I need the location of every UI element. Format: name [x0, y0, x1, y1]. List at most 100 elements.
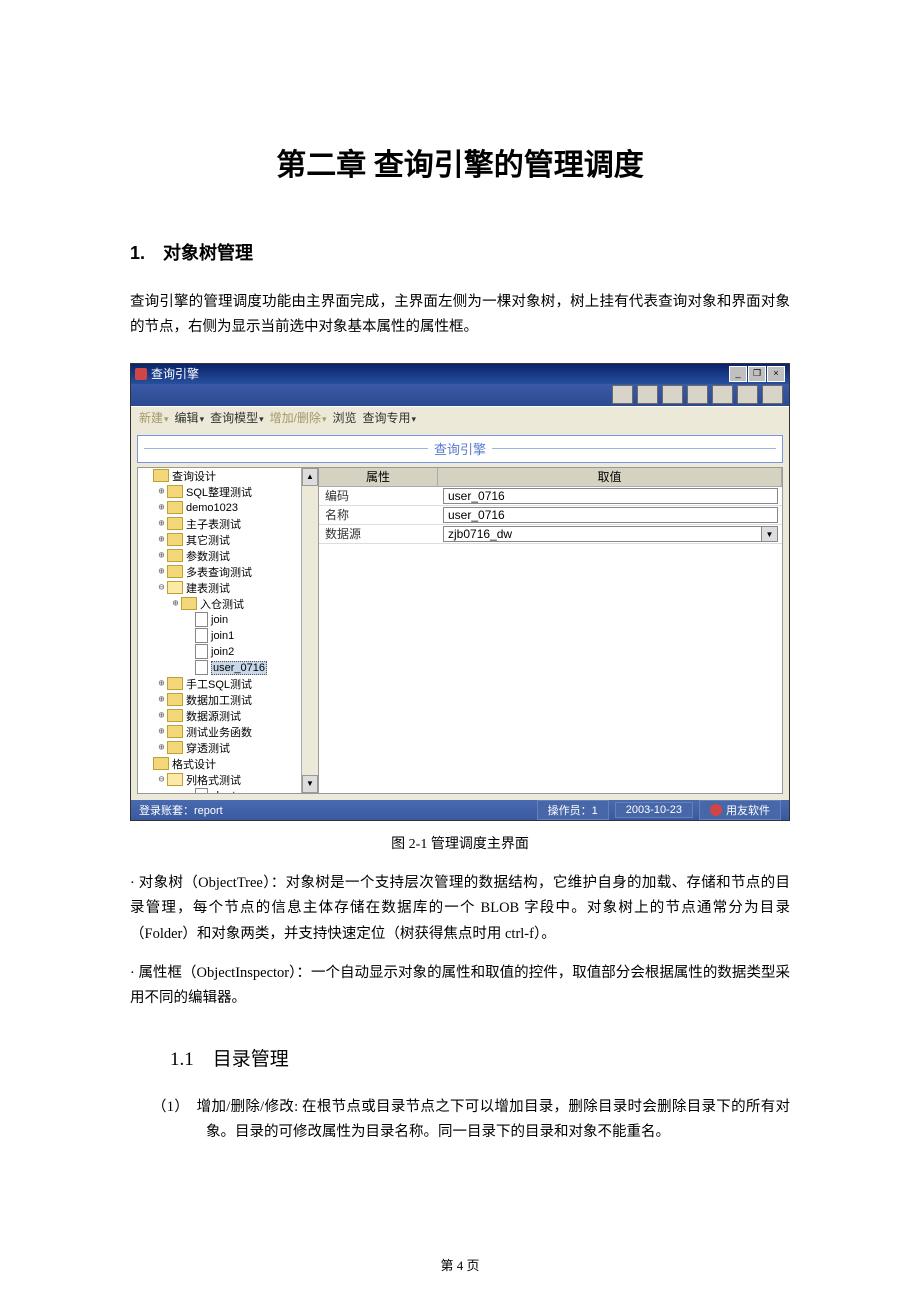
tree-node[interactable]: ⊕其它测试: [138, 532, 318, 548]
tree-twisty-icon[interactable]: ⊕: [156, 678, 167, 689]
scroll-up-icon[interactable]: ▲: [302, 468, 318, 486]
object-tree[interactable]: 查询设计⊕SQL整理测试⊕demo1023⊕主子表测试⊕其它测试⊕参数测试⊕多表…: [138, 468, 319, 793]
tree-twisty-icon[interactable]: ⊕: [156, 726, 167, 737]
tree-node[interactable]: ⊕ SQL整理测试: [138, 484, 318, 500]
toolbar-icon[interactable]: [737, 385, 758, 404]
tree-node-label: 穿透测试: [186, 740, 230, 756]
window-title: 查询引擎: [151, 364, 199, 384]
intro-paragraph: 查询引擎的管理调度功能由主界面完成，主界面左侧为一棵对象树，树上挂有代表查询对象…: [130, 290, 790, 341]
menu-query-model[interactable]: 查询模型▾: [210, 409, 264, 426]
tree-node-label: chart_r: [211, 790, 245, 793]
tree-twisty-icon[interactable]: ⊕: [156, 710, 167, 721]
window-titlebar[interactable]: 查询引擎 _ ❐ ×: [131, 364, 789, 384]
folder-icon: [167, 581, 183, 594]
tree-node-label: 手工SQL测试: [186, 676, 252, 692]
tree-node[interactable]: ⊕ 多表查询测试: [138, 564, 318, 580]
minimize-button[interactable]: _: [729, 366, 747, 382]
status-date: 2003-10-23: [615, 802, 693, 818]
file-icon: [195, 660, 208, 675]
figure-caption: 图 2-1 管理调度主界面: [130, 833, 790, 853]
tree-node[interactable]: 格式设计: [138, 756, 318, 772]
section-1-heading: 1. 对象树管理: [130, 239, 790, 265]
tree-node[interactable]: ⊕数据加工测试: [138, 692, 318, 708]
folder-icon: [153, 469, 169, 482]
tree-twisty-icon[interactable]: ⊕: [170, 598, 181, 609]
main-split: 查询设计⊕SQL整理测试⊕demo1023⊕主子表测试⊕其它测试⊕参数测试⊕多表…: [137, 467, 783, 794]
tree-node[interactable]: ⊕数据源测试: [138, 708, 318, 724]
objecttree-paragraph: · 对象树（ObjectTree）：对象树是一个支持层次管理的数据结构，它维护自…: [130, 871, 790, 947]
tree-node[interactable]: ⊖ 建表测试: [138, 580, 318, 596]
tree-node-label: 列格式测试: [186, 772, 241, 788]
status-brand: 用友软件: [699, 800, 781, 820]
folder-icon: [167, 549, 183, 562]
tree-node[interactable]: ⊕ 主子表测试: [138, 516, 318, 532]
tree-node[interactable]: 查询设计: [138, 468, 318, 484]
menu-query-special[interactable]: 查询专用▾: [363, 409, 417, 426]
property-header: 属性 取值: [319, 468, 782, 487]
tree-node[interactable]: ⊕ 测试业务函数: [138, 724, 318, 740]
tree-node[interactable]: ⊕demo1023: [138, 500, 318, 516]
toolbar-icon[interactable]: [637, 385, 658, 404]
tree-twisty-icon[interactable]: ⊕: [156, 502, 167, 513]
tree-node-label: join2: [211, 646, 234, 658]
tree-twisty-icon[interactable]: ⊕: [156, 486, 167, 497]
menubar: 新建▾ 编辑▾ 查询模型▾ 增加/删除▾ 浏览 查询专用▾: [131, 406, 789, 429]
section-1-1-heading: 1.1 目录管理: [170, 1044, 790, 1071]
tree-node-label: 多表查询测试: [186, 564, 252, 580]
tree-twisty-icon[interactable]: ⊕: [156, 534, 167, 545]
menu-edit[interactable]: 编辑▾: [175, 409, 205, 426]
tree-node-label: SQL整理测试: [186, 484, 252, 500]
tree-twisty-icon[interactable]: ⊕: [156, 694, 167, 705]
tree-twisty-icon[interactable]: ⊖: [156, 582, 167, 593]
property-value-input[interactable]: zjb0716_dw▼: [443, 526, 778, 542]
objectinspector-paragraph: · 属性框（ObjectInspector）：一个自动显示对象的属性和取值的控件…: [130, 961, 790, 1012]
menu-add-delete[interactable]: 增加/删除▾: [270, 409, 327, 426]
toolbar-icon[interactable]: [712, 385, 733, 404]
maximize-button[interactable]: ❐: [748, 366, 766, 382]
property-panel: 属性 取值 编码user_0716名称user_0716数据源zjb0716_d…: [319, 468, 782, 793]
tree-node-label: 建表测试: [186, 580, 230, 596]
property-row: 名称user_0716: [319, 506, 782, 525]
tree-node[interactable]: join1: [138, 628, 318, 644]
toolbar-icon[interactable]: [687, 385, 708, 404]
folder-icon: [167, 773, 183, 786]
property-value-input[interactable]: user_0716: [443, 507, 778, 523]
toolbar-icon[interactable]: [662, 385, 683, 404]
tree-node[interactable]: ⊕ 穿透测试: [138, 740, 318, 756]
tree-node[interactable]: ⊕ 手工SQL测试: [138, 676, 318, 692]
file-icon: [195, 644, 208, 659]
tree-node[interactable]: join2: [138, 644, 318, 660]
tree-node-label: 测试业务函数: [186, 724, 252, 740]
tree-node-label: 主子表测试: [186, 516, 241, 532]
tree-twisty-icon[interactable]: ⊕: [156, 518, 167, 529]
property-value-input[interactable]: user_0716: [443, 488, 778, 504]
app-icon: [135, 368, 147, 380]
tree-node[interactable]: ⊕参数测试: [138, 548, 318, 564]
folder-icon: [167, 485, 183, 498]
property-row: 数据源zjb0716_dw▼: [319, 525, 782, 544]
close-button[interactable]: ×: [767, 366, 785, 382]
tree-twisty-icon[interactable]: ⊕: [156, 550, 167, 561]
tree-node-label: join: [211, 614, 228, 626]
folder-icon: [167, 741, 183, 754]
tree-scrollbar[interactable]: ▲ ▼: [301, 468, 318, 793]
dropdown-icon[interactable]: ▼: [761, 527, 777, 541]
toolbar-icon[interactable]: [762, 385, 783, 404]
file-icon: [195, 788, 208, 793]
tree-twisty-icon[interactable]: ⊕: [156, 566, 167, 577]
tree-node[interactable]: ⊖ 列格式测试: [138, 772, 318, 788]
menu-browse[interactable]: 浏览: [333, 409, 357, 426]
tree-node[interactable]: chart_r: [138, 788, 318, 793]
tree-node[interactable]: join: [138, 612, 318, 628]
folder-icon: [167, 693, 183, 706]
tree-twisty-icon[interactable]: ⊖: [156, 774, 167, 785]
scroll-down-icon[interactable]: ▼: [302, 775, 318, 793]
toolbar-icon[interactable]: [612, 385, 633, 404]
menu-new[interactable]: 新建▾: [139, 409, 169, 426]
status-login: 登录账套：report: [139, 802, 223, 818]
tree-twisty-icon[interactable]: ⊕: [156, 742, 167, 753]
tree-node[interactable]: ⊕入仓测试: [138, 596, 318, 612]
tree-node[interactable]: user_0716: [138, 660, 318, 676]
file-icon: [195, 612, 208, 627]
tree-node-label: user_0716: [211, 661, 267, 675]
